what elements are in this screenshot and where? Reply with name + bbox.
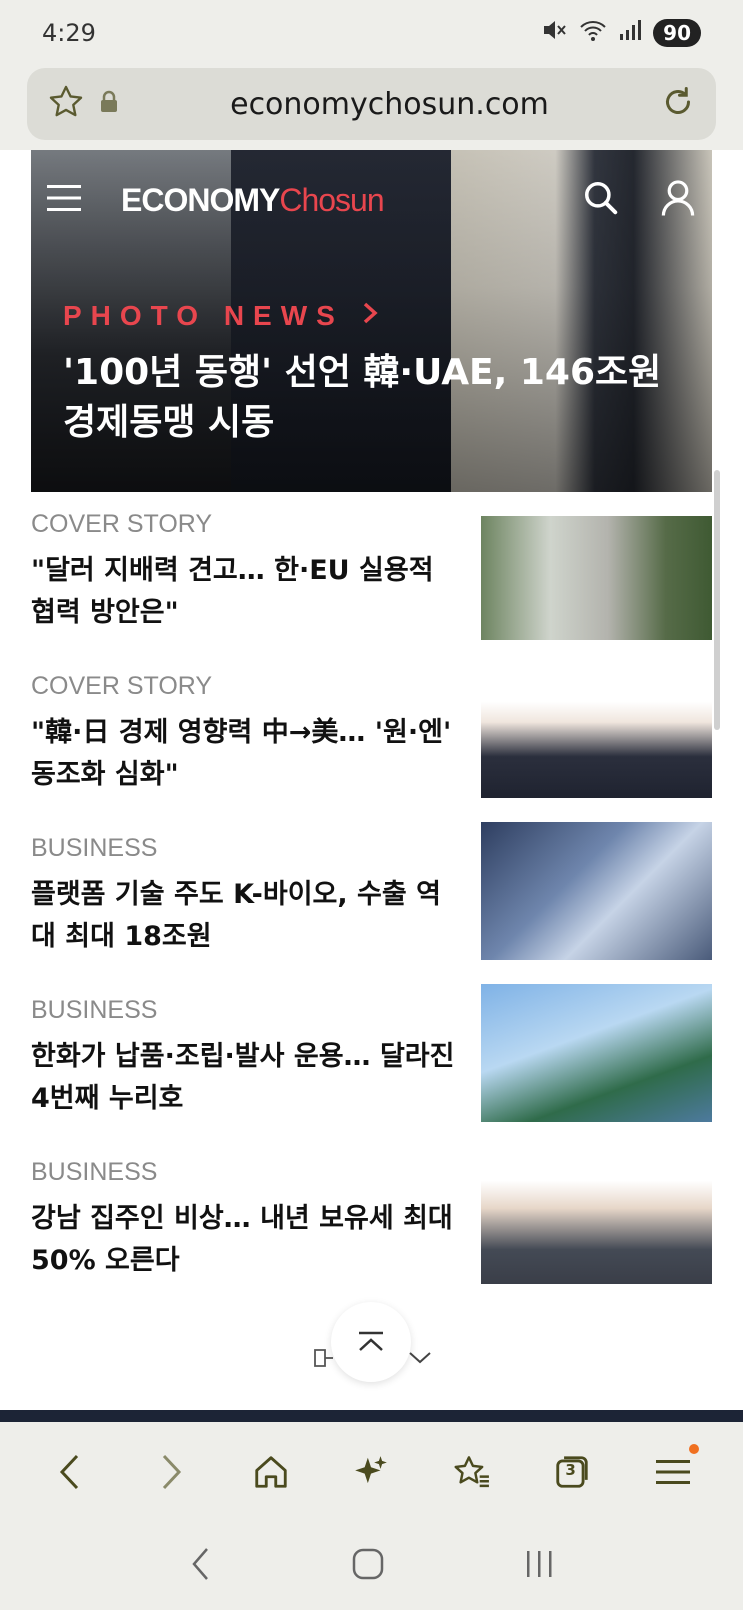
- browser-toolbar: 3: [0, 1422, 743, 1522]
- site-logo[interactable]: ECONOMYChosun: [121, 182, 385, 219]
- web-page: ECONOMYChosun PHOTO NEWS '100년 동행' 선언 韓·…: [0, 150, 743, 1410]
- system-back-icon[interactable]: [190, 1546, 212, 1586]
- article-thumbnail[interactable]: [481, 660, 712, 798]
- wifi-icon: [579, 18, 607, 48]
- signal-icon: [619, 19, 642, 47]
- address-bar[interactable]: economychosun.com: [27, 68, 716, 140]
- menu-button[interactable]: [643, 1442, 703, 1502]
- article-category: BUSINESS: [31, 996, 158, 1024]
- system-recents-icon[interactable]: [524, 1549, 554, 1583]
- bookmarks-button[interactable]: [442, 1442, 502, 1502]
- sparkle-ai-button[interactable]: [341, 1442, 401, 1502]
- notification-dot: [688, 1444, 699, 1454]
- lock-icon: [99, 90, 119, 118]
- system-navigation: [0, 1522, 743, 1610]
- article-thumbnail[interactable]: [481, 1146, 712, 1284]
- article-category: COVER STORY: [31, 672, 213, 700]
- scrollbar[interactable]: [714, 470, 720, 730]
- hero-headline[interactable]: '100년 동행' 선언 韓·UAE, 146조원 경제동맹 시동: [63, 348, 663, 448]
- status-icons: 90: [541, 18, 701, 48]
- home-button[interactable]: [241, 1442, 301, 1502]
- article-category: BUSINESS: [31, 1158, 158, 1186]
- mute-icon: [541, 18, 567, 48]
- forward-button[interactable]: [141, 1442, 201, 1502]
- bookmark-star-icon[interactable]: [47, 83, 85, 125]
- article-title[interactable]: 강남 집주인 비상… 내년 보유세 최대 50% 오른다: [31, 1198, 461, 1282]
- article-category: COVER STORY: [31, 510, 213, 538]
- page-footer-strip: [0, 1410, 743, 1422]
- search-icon[interactable]: [582, 179, 620, 221]
- tabs-button[interactable]: 3: [542, 1442, 602, 1502]
- user-icon[interactable]: [660, 179, 696, 221]
- tabs-count: 3: [565, 1461, 576, 1479]
- hero-photo-news[interactable]: ECONOMYChosun PHOTO NEWS '100년 동행' 선언 韓·…: [31, 150, 712, 492]
- battery-indicator: 90: [653, 19, 701, 47]
- status-bar: 4:29 90: [0, 0, 743, 66]
- photo-news-link[interactable]: PHOTO NEWS: [63, 300, 379, 332]
- article-title[interactable]: 한화가 납품·조립·발사 운용… 달라진 4번째 누리호: [31, 1036, 461, 1120]
- article-thumbnail[interactable]: [481, 822, 712, 960]
- reload-icon[interactable]: [660, 84, 696, 124]
- chevron-right-icon: [361, 300, 379, 331]
- article-category: BUSINESS: [31, 834, 158, 862]
- list-item[interactable]: BUSINESS 한화가 납품·조립·발사 운용… 달라진 4번째 누리호: [0, 984, 743, 1138]
- chevron-down-icon[interactable]: [408, 1350, 432, 1370]
- back-button[interactable]: [40, 1442, 100, 1502]
- system-home-icon[interactable]: [351, 1547, 385, 1585]
- menu-icon[interactable]: [47, 183, 81, 217]
- article-title[interactable]: "달러 지배력 견고… 한·EU 실용적 협력 방안은": [31, 550, 461, 634]
- list-item[interactable]: BUSINESS 강남 집주인 비상… 내년 보유세 최대 50% 오른다: [0, 1146, 743, 1300]
- status-time: 4:29: [42, 19, 96, 47]
- article-title[interactable]: 플랫폼 기술 주도 K-바이오, 수출 역대 최대 18조원: [31, 874, 461, 958]
- list-item[interactable]: BUSINESS 플랫폼 기술 주도 K-바이오, 수출 역대 최대 18조원: [0, 822, 743, 976]
- article-thumbnail[interactable]: [481, 984, 712, 1122]
- article-title[interactable]: "韓·日 경제 영향력 中→美… '원·엔' 동조화 심화": [31, 712, 461, 796]
- scroll-to-top-button[interactable]: [331, 1302, 411, 1382]
- site-header: ECONOMYChosun: [31, 170, 712, 230]
- article-thumbnail[interactable]: [481, 516, 712, 640]
- url-text[interactable]: economychosun.com: [119, 87, 660, 122]
- list-item[interactable]: COVER STORY "달러 지배력 견고… 한·EU 실용적 협력 방안은": [0, 502, 743, 652]
- list-item[interactable]: COVER STORY "韓·日 경제 영향력 中→美… '원·엔' 동조화 심…: [0, 660, 743, 814]
